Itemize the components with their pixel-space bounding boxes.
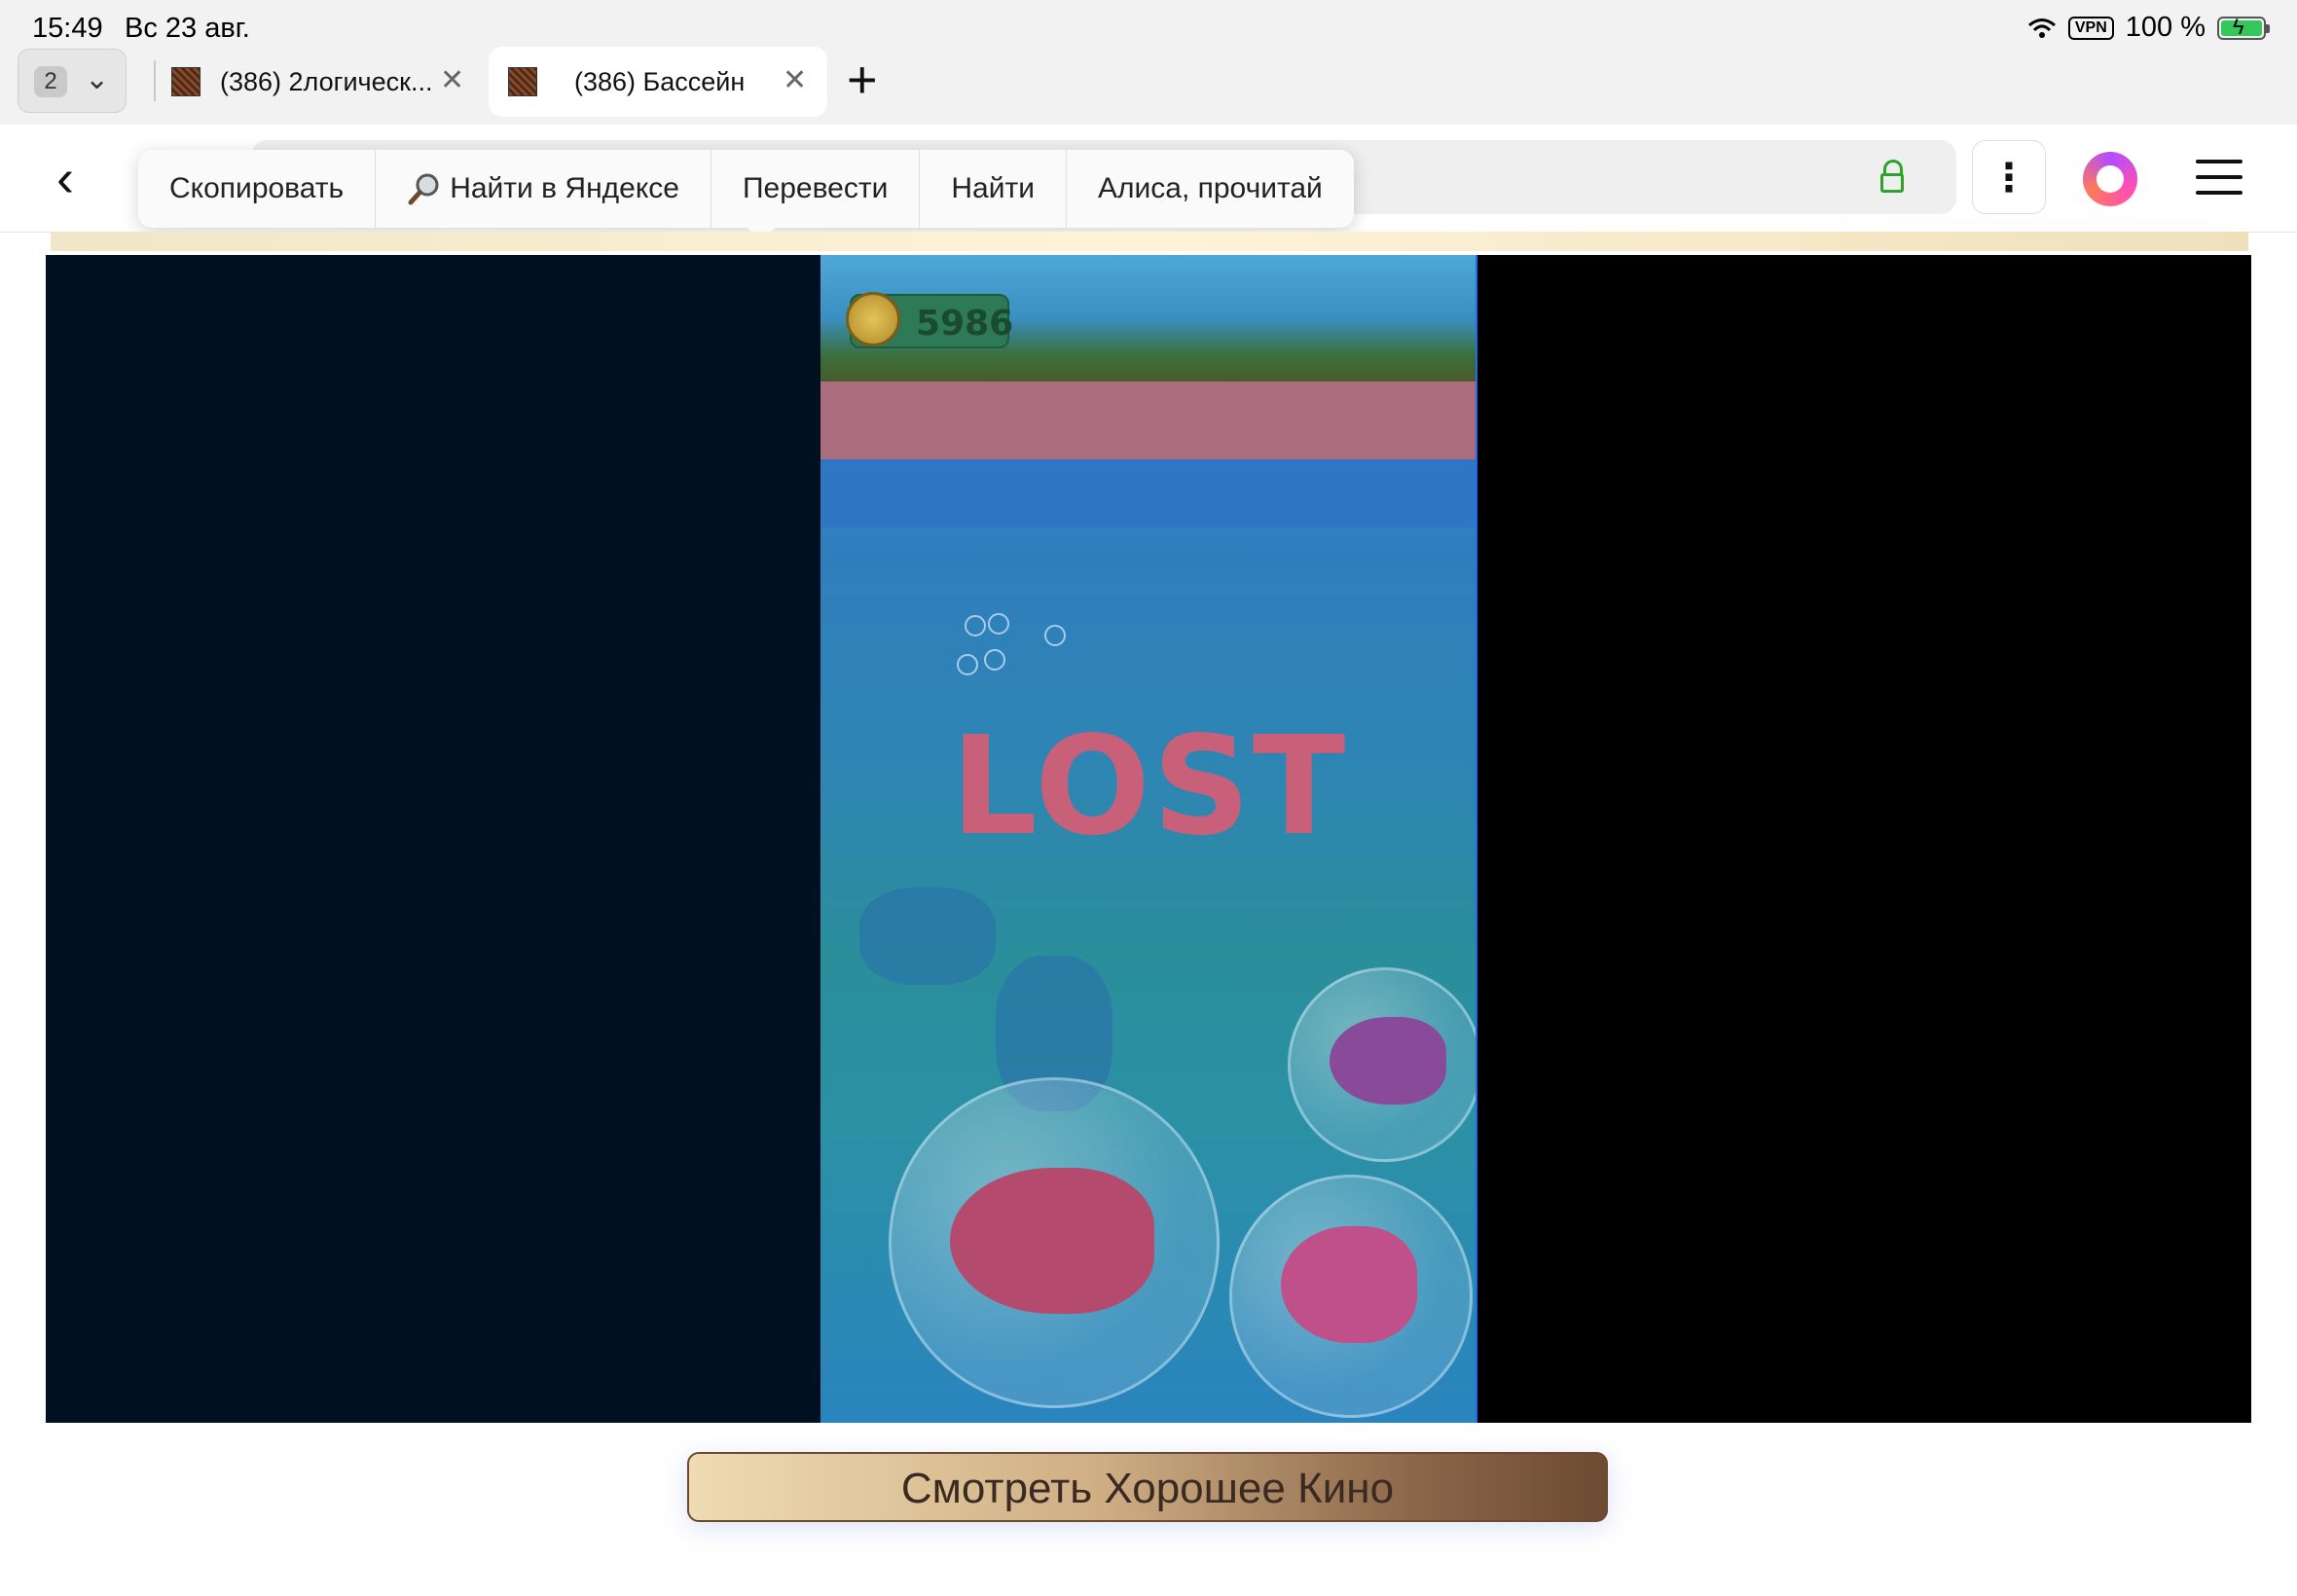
search-icon xyxy=(408,173,439,205)
status-time: 15:49 xyxy=(32,13,103,44)
context-item-find[interactable]: Найти xyxy=(920,150,1067,228)
fish-character xyxy=(1281,1226,1417,1343)
chevron-down-icon: ⌄ xyxy=(85,63,110,95)
tab-title: (386) Бассейн xyxy=(574,66,746,96)
tab-item-2[interactable]: (386) Бассейн ✕ xyxy=(489,47,827,117)
lock-icon xyxy=(1880,160,1904,193)
air-bubble xyxy=(965,615,986,636)
sand-band xyxy=(820,381,1477,469)
page-header-strip xyxy=(51,232,2248,251)
fish-character xyxy=(950,1168,1154,1314)
score-panel: 5986 xyxy=(846,292,1013,348)
context-item-copy[interactable]: Скопировать xyxy=(138,150,377,228)
fish-character xyxy=(1330,1017,1446,1105)
alice-icon[interactable] xyxy=(2083,152,2137,206)
tab-switcher-button[interactable]: 2 ⌄ xyxy=(18,49,127,113)
kebab-icon[interactable]: ⋮ xyxy=(1972,140,2046,214)
water-surface xyxy=(820,459,1477,527)
game-canvas[interactable]: 5986 LOST xyxy=(820,255,1477,1423)
air-bubble xyxy=(988,613,1009,635)
fish-bubble[interactable] xyxy=(889,1077,1220,1408)
tab-item-1[interactable]: (386) 2логическ... ✕ xyxy=(156,47,477,117)
hamburger-menu-icon[interactable] xyxy=(2196,160,2242,195)
close-icon[interactable]: ✕ xyxy=(783,63,807,97)
air-bubble xyxy=(1044,625,1066,646)
battery-icon: ϟ xyxy=(2217,15,2270,40)
fish-bubble[interactable] xyxy=(1229,1175,1473,1418)
coin-icon xyxy=(846,292,900,346)
air-bubble xyxy=(957,654,978,675)
wifi-icon xyxy=(2027,18,2056,38)
game-letterbox-right xyxy=(1477,255,2251,1423)
favicon-icon xyxy=(171,67,201,96)
vpn-badge: VPN xyxy=(2067,16,2114,40)
status-right: VPN 100 % ϟ xyxy=(2027,12,2270,44)
battery-percent: 100 % xyxy=(2125,12,2206,43)
back-chevron-icon[interactable]: ‹ xyxy=(56,152,74,204)
status-date: Вс 23 авг. xyxy=(125,13,250,44)
favicon-icon xyxy=(508,67,537,96)
water-splash xyxy=(859,888,996,985)
score-value: 5986 xyxy=(916,304,1014,344)
air-bubble xyxy=(984,649,1005,671)
plus-icon[interactable]: + xyxy=(847,51,878,109)
game-status-text: LOST xyxy=(950,707,1348,866)
watch-movies-button[interactable]: Смотреть Хорошее Кино xyxy=(687,1452,1608,1522)
game-letterbox-left xyxy=(46,255,820,1423)
status-bar: 15:49 Вс 23 авг. VPN 100 % ϟ xyxy=(0,0,2297,47)
context-item-search-yandex[interactable]: Найти в Яндексе xyxy=(376,150,711,228)
tab-count: 2 xyxy=(34,66,67,97)
fish-bubble[interactable] xyxy=(1288,967,1477,1162)
tab-title: (386) 2логическ... xyxy=(220,66,433,96)
context-item-alice-read[interactable]: Алиса, прочитай xyxy=(1067,150,1354,228)
close-icon[interactable]: ✕ xyxy=(440,63,464,97)
context-item-label: Найти в Яндексе xyxy=(450,172,679,204)
context-item-translate[interactable]: Перевести xyxy=(711,150,921,228)
text-context-menu: Скопировать Найти в Яндексе Перевести На… xyxy=(138,150,1354,228)
